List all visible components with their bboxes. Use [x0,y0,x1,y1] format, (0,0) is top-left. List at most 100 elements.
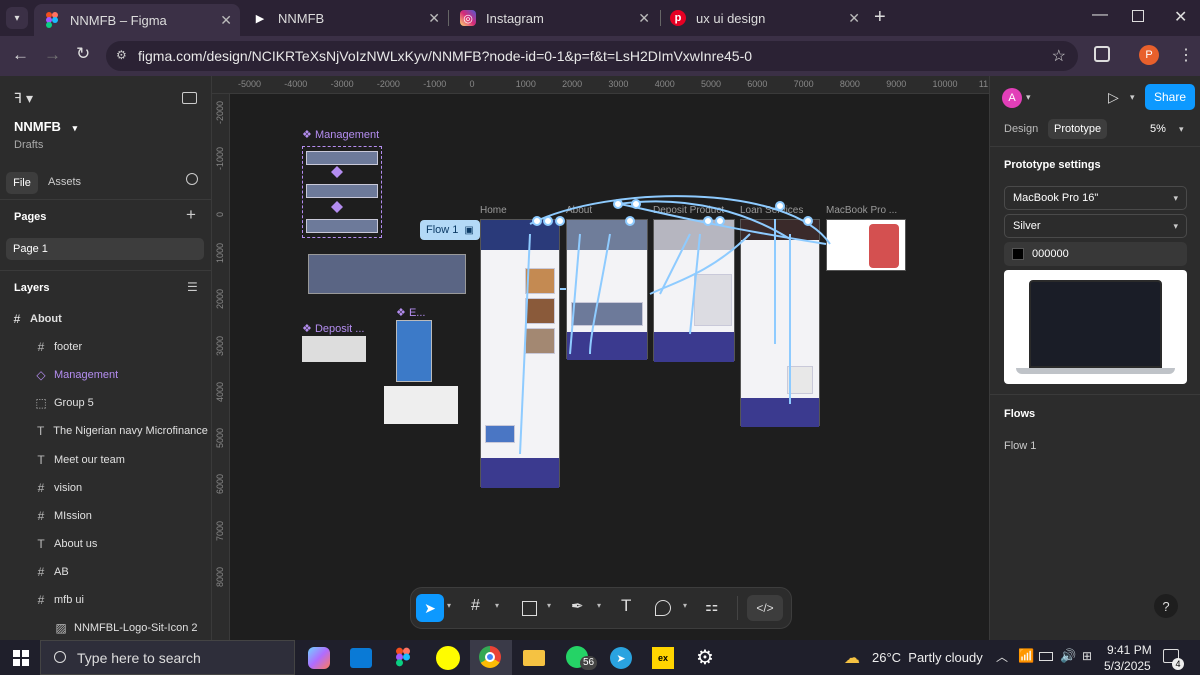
design-canvas[interactable]: ❖ Management ❖ Deposit ... ❖ E... Flow 1… [230,94,989,640]
bookmark-star-icon[interactable]: ☆ [1052,46,1066,66]
ruler-tick-label: -1000 [215,147,225,171]
figma-menu-icon[interactable]: ꟻ ▾ [14,90,33,107]
clock-date[interactable]: 5/3/2025 [1104,659,1151,673]
restore-icon[interactable] [1132,10,1144,22]
zoom-level[interactable]: 5% [1150,123,1166,135]
close-tab-icon[interactable]: ✕ [428,10,440,27]
device-select[interactable]: MacBook Pro 16" ▾ [1004,186,1187,210]
layer-row[interactable]: T About us [0,530,211,558]
taskbar-search-input[interactable]: Type here to search [40,640,295,675]
user-avatar[interactable]: A [1002,88,1022,108]
chevron-down-icon[interactable]: ▾ [1130,92,1135,103]
layer-row[interactable]: # About [0,305,211,333]
chevron-down-icon[interactable]: ▾ [447,601,451,610]
show-hidden-icons[interactable]: ︿ [996,648,1008,665]
site-info-icon[interactable]: ⚙ [116,48,127,62]
ruler-tick-label: 4000 [215,381,225,402]
close-tab-icon[interactable]: ✕ [220,12,232,29]
pen-tool-icon[interactable]: ✒ [571,597,584,615]
tab-prototype[interactable]: Prototype [1048,119,1108,139]
tab-instagram[interactable]: ◎ Instagram ✕ [450,0,658,36]
ruler-tick-label: 10000 [932,79,958,89]
clock-time[interactable]: 9:41 PM [1107,643,1152,657]
background-color-field[interactable]: 000000 [1004,242,1187,266]
layer-row[interactable]: # AB [0,558,211,586]
page-item-1[interactable]: Page 1 [6,238,204,260]
browser-menu-icon[interactable]: ⋮ [1178,45,1194,65]
chevron-down-icon[interactable]: ▾ [597,601,601,610]
dev-mode-icon[interactable]: </> [747,595,783,621]
exness-icon[interactable]: ex [652,647,674,669]
file-explorer-icon[interactable] [523,650,545,666]
tab-pinterest[interactable]: p ux ui design ✕ [660,0,868,36]
share-button[interactable]: Share [1145,84,1195,110]
forward-icon[interactable]: → [44,45,61,65]
add-page-icon[interactable]: + [186,205,196,225]
text-tool-icon[interactable]: T [621,596,631,616]
tab-design[interactable]: Design [1004,123,1038,135]
telegram-icon[interactable]: ➤ [610,647,632,669]
network-icon[interactable]: 📶 [1018,648,1034,664]
ruler-tick-label: 6000 [747,79,768,89]
layer-row[interactable]: # footer [0,333,211,361]
actions-icon[interactable]: ⚏ [705,597,718,615]
copilot-icon[interactable] [308,647,330,669]
layer-row[interactable]: # mfb ui [0,586,211,614]
tab-figma[interactable]: NNMFB – Figma ✕ [34,4,240,36]
profile-avatar[interactable]: P [1139,45,1159,65]
close-tab-icon[interactable]: ✕ [638,10,650,27]
minimize-icon[interactable]: — [1092,6,1108,24]
back-icon[interactable]: ← [12,45,29,65]
ruler-tick-label: -5000 [238,79,262,89]
chrome-icon[interactable] [470,640,512,675]
windows-start-icon[interactable] [13,650,29,666]
layer-row[interactable]: T Meet our team [0,446,211,474]
flow-item-1[interactable]: Flow 1 [1004,440,1036,452]
layer-row[interactable]: ▨ NNMFBL-Logo-Sit-Icon 2 [0,614,211,642]
settings-gear-icon[interactable]: ⚙ [696,645,714,670]
store-icon[interactable] [350,648,372,668]
file-name[interactable]: NNMFB ▾ [14,119,77,134]
close-window-icon[interactable]: ✕ [1174,7,1187,27]
search-icon[interactable] [186,173,198,185]
chevron-down-icon[interactable]: ▾ [547,601,551,610]
reload-icon[interactable]: ↻ [76,44,90,64]
volume-icon[interactable]: 🔊 [1060,648,1076,664]
tab-title: ux ui design [696,10,766,26]
chevron-down-icon[interactable]: ▾ [683,601,687,610]
tab-nnmfb[interactable]: ▶ NNMFB ✕ [242,0,448,36]
tab-assets[interactable]: Assets [48,176,81,188]
url-bar[interactable]: ⚙ figma.com/design/NCIKRTeXsNjVoIzNWLxKy… [106,41,1078,71]
figma-app-icon[interactable] [396,647,410,672]
pages-title: Pages [14,211,47,223]
weather-text[interactable]: 26°C Partly cloudy [872,650,983,665]
layer-row[interactable]: ◇ Management [0,361,211,389]
comment-tool-icon[interactable] [655,600,671,616]
move-icon[interactable]: ➤ [416,594,444,622]
extensions-icon[interactable] [1094,46,1110,62]
layers-menu-icon[interactable]: ☰ [187,280,198,294]
toggle-sidebar-icon[interactable] [182,92,197,104]
rectangle-tool-icon[interactable] [522,601,537,616]
language-icon[interactable]: ⊞ [1082,649,1092,663]
component-icon: ◇ [36,368,46,383]
chevron-down-icon[interactable]: ▾ [1179,124,1184,135]
left-panel: ꟻ ▾ NNMFB ▾ Drafts File Assets Pages + P… [0,76,212,640]
battery-icon[interactable] [1039,652,1053,661]
top-ruler: -5000 -4000 -3000 -2000 -1000 0 1000 2000 3000 40… [212,76,989,94]
help-button[interactable]: ? [1154,594,1178,618]
chevron-down-icon[interactable]: ▾ [495,601,499,610]
new-tab-icon[interactable]: + [874,6,886,29]
snapchat-icon[interactable] [436,646,460,670]
layer-row[interactable]: T The Nigerian navy Microfinance M [0,417,211,445]
model-select[interactable]: Silver ▾ [1004,214,1187,238]
layer-row[interactable]: ⬚ Group 5 [0,389,211,417]
layer-row[interactable]: # MIssion [0,502,211,530]
chevron-down-icon[interactable]: ▾ [1026,92,1031,103]
frame-tool-icon[interactable]: # [471,597,480,615]
present-icon[interactable]: ▷ [1108,89,1119,106]
close-tab-icon[interactable]: ✕ [848,10,860,27]
layer-row[interactable]: # vision [0,474,211,502]
tab-file[interactable]: File [6,172,38,194]
tab-search-button[interactable]: ▾ [6,7,28,29]
